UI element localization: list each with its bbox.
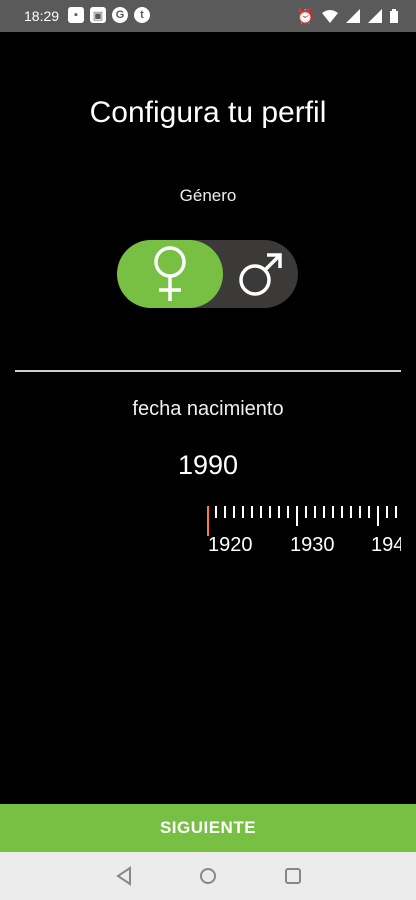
- ruler-label: 1920: [208, 534, 253, 556]
- notification-icons: ▪ ▣ G t: [68, 7, 150, 23]
- tumblr-icon: t: [134, 7, 150, 23]
- photos-icon: ▣: [90, 7, 106, 23]
- male-icon: [238, 253, 282, 296]
- recents-icon[interactable]: [281, 864, 305, 888]
- wifi-icon: [322, 10, 338, 23]
- ruler-tick: [332, 506, 334, 518]
- ruler-tick: [377, 506, 379, 526]
- divider: [15, 370, 401, 372]
- gender-label: Género: [179, 186, 237, 205]
- back-icon[interactable]: [112, 864, 136, 888]
- alarm-icon: ⏰: [296, 8, 314, 24]
- ruler-label: 194: [371, 534, 401, 556]
- selected-year: 1990: [177, 450, 239, 480]
- ruler-label: 1930: [290, 534, 335, 556]
- navigation-bar: [0, 852, 416, 900]
- status-time: 18:29: [24, 8, 60, 24]
- ruler-tick: [215, 506, 217, 518]
- ruler-tick: [278, 506, 280, 518]
- next-button[interactable]: SIGUIENTE: [0, 804, 416, 852]
- ruler-tick: [386, 506, 388, 518]
- ruler-tick: [359, 506, 361, 518]
- ruler-tick: [350, 506, 352, 518]
- alert-icon: ▪: [68, 7, 84, 23]
- ruler-tick: [287, 506, 289, 518]
- female-icon: [154, 246, 186, 301]
- ruler-tick: [314, 506, 316, 518]
- system-icons: ⏰: [297, 8, 398, 24]
- ruler-tick: [269, 506, 271, 518]
- ruler-tick: [395, 506, 397, 518]
- google-icon: G: [112, 7, 128, 23]
- ruler-tick: [224, 506, 226, 518]
- ruler-tick: [251, 506, 253, 518]
- ruler-tick: [323, 506, 325, 518]
- ruler-indicator: [207, 506, 209, 536]
- ruler-tick: [368, 506, 370, 518]
- battery-icon: [390, 9, 398, 23]
- home-icon[interactable]: [196, 864, 220, 888]
- ruler-tick: [305, 506, 307, 518]
- ruler-tick: [260, 506, 262, 518]
- signal-icon: [368, 9, 382, 23]
- year-ruler[interactable]: 1920 1930 194: [200, 500, 401, 560]
- ruler-tick: [341, 506, 343, 518]
- ruler-tick: [233, 506, 235, 518]
- gender-toggle[interactable]: [117, 240, 298, 308]
- ruler-tick: [242, 506, 244, 518]
- female-option[interactable]: [117, 240, 223, 308]
- signal-icon: [346, 9, 360, 23]
- ruler-tick: [296, 506, 298, 526]
- page-title: Configura tu perfil: [89, 96, 327, 129]
- status-bar: 18:29 ▪ ▣ G t ⏰: [0, 0, 416, 32]
- male-option[interactable]: [223, 240, 298, 308]
- birth-date-label: fecha nacimiento: [132, 398, 284, 420]
